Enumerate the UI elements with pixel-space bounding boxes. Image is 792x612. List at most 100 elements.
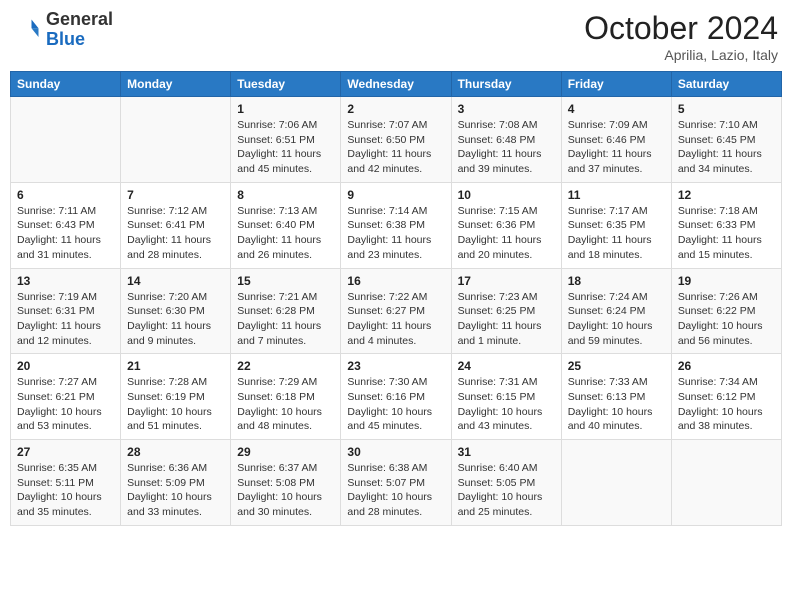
day-number: 17 [458,274,555,288]
day-cell: 20Sunrise: 7:27 AM Sunset: 6:21 PM Dayli… [11,354,121,440]
day-number: 27 [17,445,114,459]
day-info: Sunrise: 7:18 AM Sunset: 6:33 PM Dayligh… [678,204,775,263]
day-number: 18 [568,274,665,288]
day-number: 13 [17,274,114,288]
week-row-3: 20Sunrise: 7:27 AM Sunset: 6:21 PM Dayli… [11,354,782,440]
day-info: Sunrise: 6:38 AM Sunset: 5:07 PM Dayligh… [347,461,444,520]
day-info: Sunrise: 7:11 AM Sunset: 6:43 PM Dayligh… [17,204,114,263]
day-number: 4 [568,102,665,116]
day-number: 24 [458,359,555,373]
day-cell: 1Sunrise: 7:06 AM Sunset: 6:51 PM Daylig… [231,97,341,183]
day-number: 25 [568,359,665,373]
day-info: Sunrise: 7:21 AM Sunset: 6:28 PM Dayligh… [237,290,334,349]
calendar-body: 1Sunrise: 7:06 AM Sunset: 6:51 PM Daylig… [11,97,782,526]
day-info: Sunrise: 7:19 AM Sunset: 6:31 PM Dayligh… [17,290,114,349]
day-number: 31 [458,445,555,459]
day-cell: 6 Sunrise: 7:11 AM Sunset: 6:43 PM Daylig… [11,182,121,268]
day-info: Sunrise: 7:28 AM Sunset: 6:19 PM Dayligh… [127,375,224,434]
day-cell: 30 Sunrise: 6:38 AM Sunset: 5:07 PM Dayli… [341,440,451,526]
day-number: 7 [127,188,224,202]
day-cell: 23 Sunrise: 7:30 AM Sunset: 6:16 PM Dayli… [341,354,451,440]
day-info: Sunrise: 7:26 AM Sunset: 6:22 PM Dayligh… [678,290,775,349]
day-number: 11 [568,188,665,202]
logo-text: General Blue [46,10,113,50]
day-number: 19 [678,274,775,288]
day-cell: 26Sunrise: 7:34 AM Sunset: 6:12 PM Dayli… [671,354,781,440]
week-row-2: 13 Sunrise: 7:19 AM Sunset: 6:31 PM Dayli… [11,268,782,354]
week-row-1: 6 Sunrise: 7:11 AM Sunset: 6:43 PM Daylig… [11,182,782,268]
day-info: Sunrise: 7:09 AM Sunset: 6:46 PM Dayligh… [568,118,665,177]
day-number: 12 [678,188,775,202]
day-info: Sunrise: 7:27 AM Sunset: 6:21 PM Dayligh… [17,375,114,434]
day-number: 6 [17,188,114,202]
week-row-0: 1Sunrise: 7:06 AM Sunset: 6:51 PM Daylig… [11,97,782,183]
day-info: Sunrise: 7:10 AM Sunset: 6:45 PM Dayligh… [678,118,775,177]
day-info: Sunrise: 6:36 AM Sunset: 5:09 PM Dayligh… [127,461,224,520]
day-number: 5 [678,102,775,116]
day-cell: 24 Sunrise: 7:31 AM Sunset: 6:15 PM Dayli… [451,354,561,440]
day-number: 14 [127,274,224,288]
day-info: Sunrise: 7:23 AM Sunset: 6:25 PM Dayligh… [458,290,555,349]
day-number: 9 [347,188,444,202]
day-info: Sunrise: 7:08 AM Sunset: 6:48 PM Dayligh… [458,118,555,177]
day-cell: 19 Sunrise: 7:26 AM Sunset: 6:22 PM Dayli… [671,268,781,354]
day-number: 8 [237,188,334,202]
calendar-header: SundayMondayTuesdayWednesdayThursdayFrid… [11,72,782,97]
logo-general: General [46,9,113,29]
day-cell: 2Sunrise: 7:07 AM Sunset: 6:50 PM Daylig… [341,97,451,183]
week-row-4: 27 Sunrise: 6:35 AM Sunset: 5:11 PM Dayli… [11,440,782,526]
day-number: 21 [127,359,224,373]
day-info: Sunrise: 7:17 AM Sunset: 6:35 PM Dayligh… [568,204,665,263]
day-cell: 9 Sunrise: 7:14 AM Sunset: 6:38 PM Daylig… [341,182,451,268]
day-info: Sunrise: 6:35 AM Sunset: 5:11 PM Dayligh… [17,461,114,520]
day-cell: 16Sunrise: 7:22 AM Sunset: 6:27 PM Dayli… [341,268,451,354]
day-cell: 22Sunrise: 7:29 AM Sunset: 6:18 PM Dayli… [231,354,341,440]
day-number: 10 [458,188,555,202]
day-cell: 14 Sunrise: 7:20 AM Sunset: 6:30 PM Dayli… [121,268,231,354]
header-row: SundayMondayTuesdayWednesdayThursdayFrid… [11,72,782,97]
location: Aprilia, Lazio, Italy [584,47,778,63]
day-number: 23 [347,359,444,373]
logo-icon [14,16,42,44]
header-cell-friday: Friday [561,72,671,97]
day-info: Sunrise: 7:30 AM Sunset: 6:16 PM Dayligh… [347,375,444,434]
header-cell-saturday: Saturday [671,72,781,97]
day-cell: 31 Sunrise: 6:40 AM Sunset: 5:05 PM Dayli… [451,440,561,526]
day-number: 29 [237,445,334,459]
day-cell [121,97,231,183]
day-info: Sunrise: 7:29 AM Sunset: 6:18 PM Dayligh… [237,375,334,434]
day-cell [11,97,121,183]
title-block: October 2024 Aprilia, Lazio, Italy [584,10,778,63]
day-number: 15 [237,274,334,288]
header-cell-tuesday: Tuesday [231,72,341,97]
day-cell: 18Sunrise: 7:24 AM Sunset: 6:24 PM Dayli… [561,268,671,354]
day-cell: 13 Sunrise: 7:19 AM Sunset: 6:31 PM Dayli… [11,268,121,354]
header-cell-monday: Monday [121,72,231,97]
day-cell: 17 Sunrise: 7:23 AM Sunset: 6:25 PM Dayli… [451,268,561,354]
day-info: Sunrise: 7:15 AM Sunset: 6:36 PM Dayligh… [458,204,555,263]
day-info: Sunrise: 6:40 AM Sunset: 5:05 PM Dayligh… [458,461,555,520]
day-cell [561,440,671,526]
day-info: Sunrise: 7:20 AM Sunset: 6:30 PM Dayligh… [127,290,224,349]
header-cell-wednesday: Wednesday [341,72,451,97]
month-title: October 2024 [584,10,778,47]
day-cell: 12 Sunrise: 7:18 AM Sunset: 6:33 PM Dayli… [671,182,781,268]
day-info: Sunrise: 7:14 AM Sunset: 6:38 PM Dayligh… [347,204,444,263]
day-cell: 10 Sunrise: 7:15 AM Sunset: 6:36 PM Dayli… [451,182,561,268]
header-cell-sunday: Sunday [11,72,121,97]
day-info: Sunrise: 7:31 AM Sunset: 6:15 PM Dayligh… [458,375,555,434]
day-cell: 11 Sunrise: 7:17 AM Sunset: 6:35 PM Dayli… [561,182,671,268]
day-number: 30 [347,445,444,459]
day-info: Sunrise: 7:22 AM Sunset: 6:27 PM Dayligh… [347,290,444,349]
day-info: Sunrise: 6:37 AM Sunset: 5:08 PM Dayligh… [237,461,334,520]
logo: General Blue [14,10,113,50]
day-info: Sunrise: 7:07 AM Sunset: 6:50 PM Dayligh… [347,118,444,177]
day-info: Sunrise: 7:06 AM Sunset: 6:51 PM Dayligh… [237,118,334,177]
day-info: Sunrise: 7:34 AM Sunset: 6:12 PM Dayligh… [678,375,775,434]
day-cell: 28Sunrise: 6:36 AM Sunset: 5:09 PM Dayli… [121,440,231,526]
day-cell: 4 Sunrise: 7:09 AM Sunset: 6:46 PM Daylig… [561,97,671,183]
day-cell: 15 Sunrise: 7:21 AM Sunset: 6:28 PM Dayli… [231,268,341,354]
calendar-table: SundayMondayTuesdayWednesdayThursdayFrid… [10,71,782,526]
day-cell: 29 Sunrise: 6:37 AM Sunset: 5:08 PM Dayli… [231,440,341,526]
day-cell: 8Sunrise: 7:13 AM Sunset: 6:40 PM Daylig… [231,182,341,268]
